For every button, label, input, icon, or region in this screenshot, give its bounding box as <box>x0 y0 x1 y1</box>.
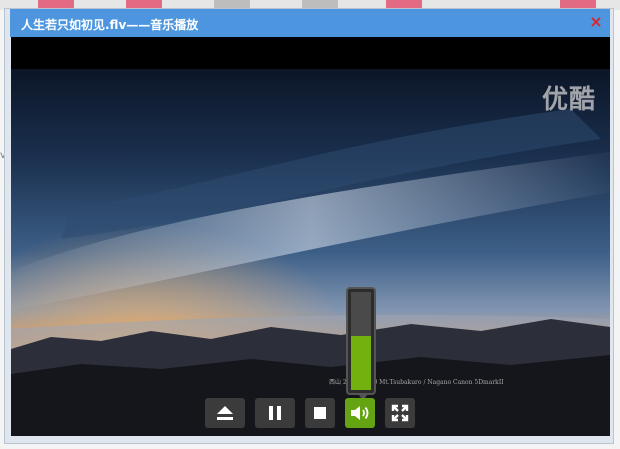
volume-level-fill <box>351 336 371 390</box>
volume-track[interactable] <box>351 292 371 390</box>
video-frame-image <box>11 69 610 436</box>
close-button[interactable]: × <box>588 14 604 30</box>
eject-icon <box>217 406 233 420</box>
pause-icon <box>269 406 281 420</box>
music-player-dialog: 人生若只如初见.flv——音乐播放 × 优酷 西山 2009.11.20 Mt.… <box>4 8 614 444</box>
stop-icon <box>314 407 326 419</box>
video-player[interactable]: 优酷 西山 2009.11.20 Mt.Tsubakuro / Nagano C… <box>11 37 610 436</box>
youku-watermark: 优酷 <box>541 85 596 115</box>
volume-icon <box>351 406 369 420</box>
dialog-titlebar[interactable]: 人生若只如初见.flv——音乐播放 × <box>10 9 610 37</box>
fullscreen-button[interactable] <box>385 398 415 428</box>
volume-slider[interactable] <box>346 287 376 401</box>
volume-button[interactable] <box>345 398 375 428</box>
dialog-title: 人生若只如初见.flv——音乐播放 <box>21 18 199 32</box>
stop-button[interactable] <box>305 398 335 428</box>
pause-button[interactable] <box>255 398 295 428</box>
fullscreen-icon <box>391 404 409 422</box>
letterbox-bar <box>11 37 610 69</box>
eject-button[interactable] <box>205 398 245 428</box>
